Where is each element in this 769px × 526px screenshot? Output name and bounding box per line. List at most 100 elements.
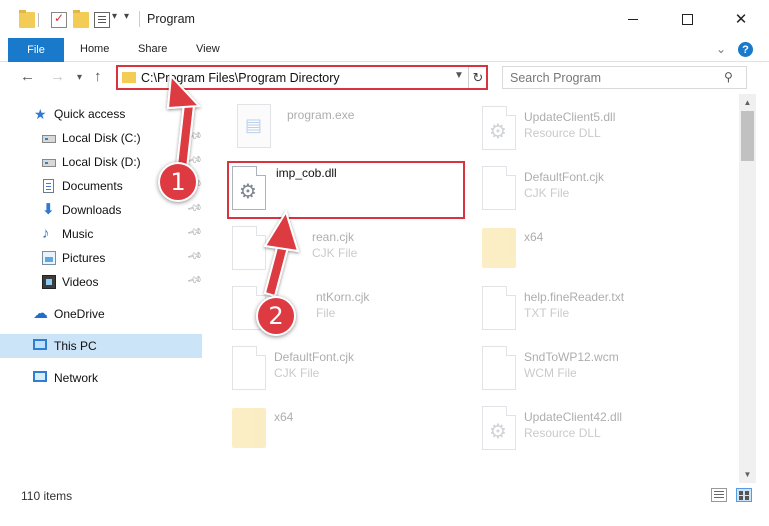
back-arrow-icon[interactable]: ←: [20, 68, 35, 85]
download-icon: ⬇: [42, 201, 55, 218]
file-type: CJK File: [524, 186, 570, 200]
file-icon: [482, 286, 516, 330]
sidebar-item-label: Local Disk (C:): [62, 131, 141, 145]
sidebar-item-quick-access[interactable]: ★ Quick access: [0, 102, 202, 126]
folder-icon: [19, 10, 35, 28]
file-type: Resource DLL: [524, 126, 601, 140]
ribbon: File Home Share View ⌄ ?: [0, 38, 769, 62]
scroll-up-icon[interactable]: ▲: [739, 94, 756, 111]
up-arrow-icon[interactable]: ↑: [94, 68, 102, 85]
vertical-scrollbar[interactable]: ▲ ▼: [739, 94, 756, 483]
drive-icon: [42, 159, 56, 167]
refresh-icon[interactable]: ↻: [468, 67, 487, 88]
address-bar[interactable]: C:\Program Files\Program Directory ▼ ↻: [116, 65, 488, 90]
properties-check-icon[interactable]: [51, 11, 67, 28]
item-count: 110 items: [21, 489, 73, 503]
computer-icon: [33, 339, 47, 350]
sidebar-item-this-pc[interactable]: This PC: [0, 334, 202, 358]
file-item[interactable]: DefaultFont.cjk CJK File: [474, 160, 709, 216]
videos-icon: [42, 275, 56, 289]
sidebar-item-local-disk-c[interactable]: Local Disk (C:) 📌︎: [0, 126, 203, 150]
file-item[interactable]: x64: [474, 220, 709, 276]
file-type: TXT File: [524, 306, 570, 320]
large-icons-view-icon[interactable]: [736, 488, 752, 502]
title-separator: [139, 11, 140, 27]
search-icon[interactable]: ⚲: [724, 70, 733, 84]
file-type: CJK File: [274, 366, 320, 380]
pin-icon[interactable]: 📌︎: [186, 128, 203, 144]
file-item[interactable]: help.fineReader.txt TXT File: [474, 280, 709, 336]
close-button[interactable]: ✕: [718, 0, 764, 38]
address-path[interactable]: C:\Program Files\Program Directory: [141, 71, 340, 85]
file-name: help.fineReader.txt: [524, 290, 625, 304]
search-input[interactable]: Search Program ⚲: [502, 66, 747, 89]
search-placeholder: Search Program: [510, 71, 602, 85]
file-item[interactable]: DefaultFont.cjk CJK File: [224, 340, 459, 396]
file-name: DefaultFont.cjk: [274, 350, 355, 364]
pin-icon[interactable]: 📌︎: [186, 272, 203, 288]
sidebar-item-onedrive[interactable]: ☁ OneDrive: [0, 302, 202, 326]
folder-icon: [232, 408, 266, 448]
file-icon: [482, 166, 516, 210]
file-item[interactable]: program.exe: [229, 98, 464, 154]
sidebar-item-music[interactable]: ♪ Music 📌︎: [0, 222, 203, 246]
scroll-thumb[interactable]: [741, 111, 754, 161]
pin-icon[interactable]: 📌︎: [186, 224, 203, 240]
file-type: File: [316, 306, 336, 320]
toolbar-separator: [38, 13, 39, 27]
pin-icon[interactable]: 📌︎: [186, 200, 203, 216]
help-icon[interactable]: ?: [738, 42, 753, 57]
maximize-button[interactable]: [664, 0, 710, 38]
chevron-down-icon[interactable]: ▾: [112, 11, 117, 22]
close-icon: ✕: [734, 11, 748, 28]
drive-icon: [42, 135, 56, 143]
tab-share[interactable]: Share: [138, 43, 167, 55]
exe-icon: [237, 104, 271, 148]
file-name: DefaultFont.cjk: [524, 170, 605, 184]
sidebar-item-label: Network: [54, 371, 99, 385]
view-options-icon[interactable]: [94, 12, 110, 28]
scroll-down-icon[interactable]: ▼: [739, 466, 756, 483]
navigation-bar: ← → ▾ ↑ C:\Program Files\Program Directo…: [0, 62, 769, 94]
file-name: SndToWP12.wcm: [524, 350, 619, 364]
file-item[interactable]: UpdateClient42.dll Resource DLL: [474, 400, 709, 456]
sidebar-item-videos[interactable]: Videos 📌︎: [0, 270, 203, 294]
file-item[interactable]: SndToWP12.wcm WCM File: [474, 340, 709, 396]
expand-ribbon-icon[interactable]: ⌄: [716, 42, 726, 56]
new-folder-icon[interactable]: [73, 10, 89, 28]
sidebar-item-pictures[interactable]: Pictures 📌︎: [0, 246, 203, 270]
dll-icon: [232, 166, 266, 210]
file-type: WCM File: [524, 366, 577, 380]
chevron-down-icon[interactable]: ▼: [454, 70, 464, 81]
file-type: CJK File: [312, 246, 358, 260]
tab-file[interactable]: File: [8, 38, 64, 62]
forward-arrow-icon[interactable]: →: [50, 68, 65, 85]
sidebar-item-label: Music: [62, 227, 94, 241]
dll-icon: [482, 406, 516, 450]
tab-view[interactable]: View: [196, 43, 220, 55]
cloud-icon: ☁: [33, 305, 48, 322]
folder-icon: [482, 228, 516, 268]
file-item-selected[interactable]: imp_cob.dll: [224, 160, 459, 216]
file-item[interactable]: rean.cjk CJK File: [224, 220, 459, 276]
file-item[interactable]: x64: [224, 400, 459, 456]
customize-toolbar-icon[interactable]: ▾: [124, 11, 129, 22]
file-name: program.exe: [287, 108, 355, 122]
details-view-icon[interactable]: [711, 488, 727, 502]
recent-locations-icon[interactable]: ▾: [77, 72, 82, 83]
window-title: Program: [147, 12, 195, 26]
sidebar-item-network[interactable]: Network: [0, 366, 202, 390]
sidebar-item-label: Documents: [62, 179, 123, 193]
file-list: program.exe imp_cob.dll rean.cjk CJK Fil…: [204, 94, 739, 483]
sidebar-item-label: Downloads: [62, 203, 122, 217]
maximize-icon: [681, 13, 693, 25]
file-name: rean.cjk: [312, 230, 355, 244]
sidebar-item-downloads[interactable]: ⬇ Downloads 📌︎: [0, 198, 203, 222]
tab-home[interactable]: Home: [80, 43, 109, 55]
file-name: UpdateClient42.dll: [524, 410, 623, 424]
minimize-button[interactable]: [610, 0, 656, 38]
pin-icon[interactable]: 📌︎: [186, 248, 203, 264]
file-name: ntKorn.cjk: [316, 290, 370, 304]
file-item[interactable]: UpdateClient5.dll Resource DLL: [474, 100, 709, 156]
network-icon: [33, 371, 47, 382]
